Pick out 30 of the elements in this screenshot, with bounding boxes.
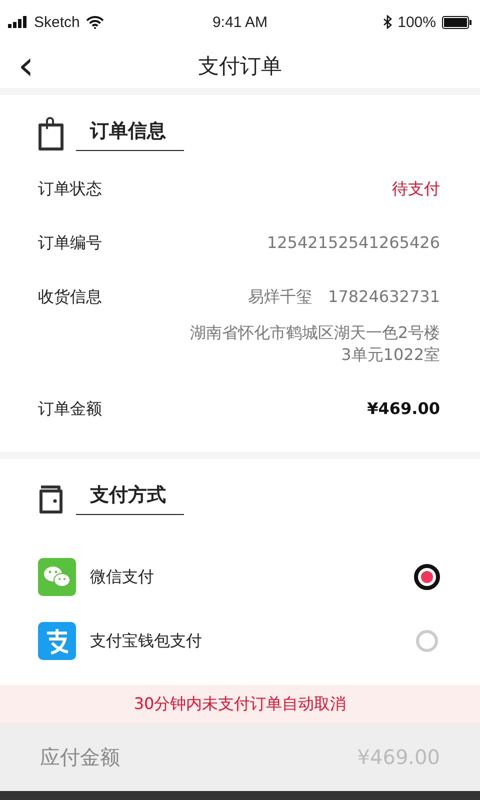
payment-method-label: 微信支付 bbox=[90, 566, 155, 588]
payable-label: 应付金额 bbox=[40, 744, 120, 770]
back-button[interactable]: ‹ bbox=[14, 46, 38, 86]
address-line: 3单元1022室 bbox=[340, 344, 440, 366]
address-line: 湖南省怀化市鹤城区湖天一色2号楼 bbox=[190, 322, 440, 344]
radio-button[interactable] bbox=[414, 564, 440, 590]
recipient-name: 易烊千玺 bbox=[248, 287, 312, 308]
order-amount: ¥469.00 bbox=[367, 399, 440, 418]
order-number: 12542152541265426 bbox=[266, 233, 440, 252]
section-title: 订单信息 bbox=[76, 118, 184, 151]
clock-time: 9:41 AM bbox=[212, 14, 268, 30]
recipient-phone: 17824632731 bbox=[328, 287, 440, 308]
section-title: 支付方式 bbox=[76, 482, 184, 515]
field-label: 收货信息 bbox=[38, 287, 102, 308]
carrier-name: Sketch bbox=[34, 14, 80, 30]
page-title: 支付订单 bbox=[198, 53, 282, 80]
payment-app-icon bbox=[38, 622, 76, 660]
signal-icon bbox=[8, 16, 28, 28]
field-label: 订单编号 bbox=[38, 233, 102, 254]
order-status: 待支付 bbox=[392, 179, 440, 200]
chat-bubbles-icon bbox=[38, 558, 76, 596]
bluetooth-icon bbox=[382, 15, 392, 29]
tag-icon bbox=[38, 117, 64, 151]
battery-icon bbox=[442, 16, 472, 28]
field-label: 订单金额 bbox=[38, 399, 102, 420]
payment-method-label: 支付宝钱包支付 bbox=[90, 630, 203, 652]
wifi-icon bbox=[86, 16, 104, 28]
battery-percent: 100% bbox=[398, 14, 436, 30]
cancel-notice: 30分钟内未支付订单自动取消 bbox=[0, 685, 480, 723]
field-label: 订单状态 bbox=[38, 179, 102, 200]
